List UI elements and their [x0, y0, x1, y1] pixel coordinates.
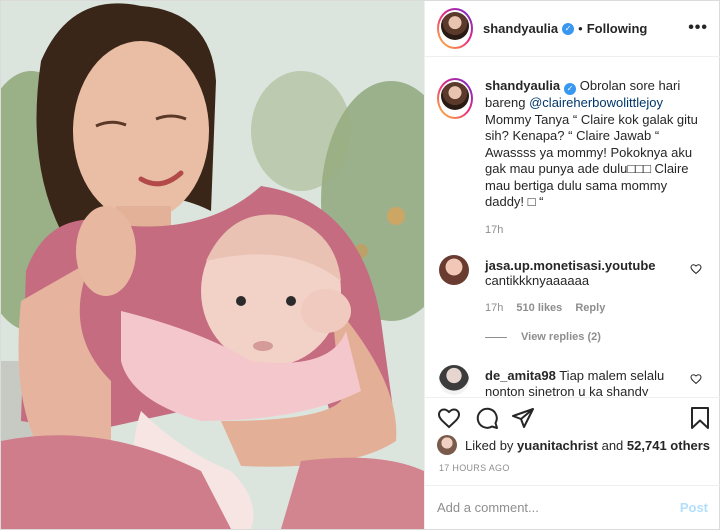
- likes-prefix: Liked by: [465, 437, 514, 453]
- add-comment-bar: Post: [425, 485, 720, 529]
- likes-and: and: [601, 437, 624, 453]
- view-replies-divider: [485, 336, 507, 338]
- likes-summary: Liked by yuanitachrist and 52,741 others: [437, 435, 717, 455]
- likes-count[interactable]: 52,741 others: [627, 438, 710, 453]
- liker-avatar[interactable]: [437, 435, 457, 455]
- caption-text: shandyaulia ✓ Obrolan sore hari bareng @c…: [485, 78, 705, 211]
- caption-username[interactable]: shandyaulia: [485, 78, 560, 93]
- comment-like-heart-icon[interactable]: [690, 263, 702, 275]
- comment-meta: 17h 510 likes Reply: [485, 302, 615, 314]
- bookmark-icon[interactable]: [689, 406, 711, 430]
- comment-reply-button[interactable]: Reply: [575, 302, 605, 314]
- following-button[interactable]: Following: [587, 21, 648, 36]
- author-avatar[interactable]: [441, 12, 469, 40]
- view-replies-button[interactable]: View replies (2): [485, 331, 601, 343]
- author-username[interactable]: shandyaulia: [483, 21, 558, 36]
- verified-badge-icon: ✓: [562, 22, 575, 35]
- post-comment-button[interactable]: Post: [680, 500, 708, 515]
- view-replies-label[interactable]: View replies (2): [521, 331, 601, 343]
- comment-text: de_amita98 Tiap malem selalu nonton sine…: [485, 368, 680, 396]
- caption-avatar[interactable]: [441, 82, 469, 110]
- caption-time[interactable]: 17h: [485, 224, 503, 236]
- commenter-avatar[interactable]: [439, 365, 469, 395]
- comment-likes[interactable]: 510 likes: [516, 302, 562, 314]
- separator-dot: •: [578, 21, 583, 36]
- action-bar: [425, 397, 720, 435]
- caption-avatar-ring[interactable]: [437, 78, 473, 119]
- post-timestamp[interactable]: 17 HOURS AGO: [439, 463, 510, 473]
- verified-badge-icon: ✓: [564, 83, 577, 95]
- comment-icon[interactable]: [475, 406, 499, 430]
- caption-mention-link[interactable]: @claireherbowolittlejoy: [529, 95, 663, 110]
- comment-like-heart-icon[interactable]: [690, 373, 702, 385]
- comment-text: jasa.up.monetisasi.youtube cantikkknyaaa…: [485, 258, 685, 288]
- commenter-avatar[interactable]: [439, 255, 469, 285]
- add-comment-input[interactable]: [437, 500, 680, 515]
- caption-body: Mommy Tanya “ Claire kok galak gitu sih?…: [485, 111, 698, 210]
- comments-area[interactable]: shandyaulia ✓ Obrolan sore hari bareng @c…: [425, 58, 720, 396]
- author-avatar-ring[interactable]: [437, 8, 473, 49]
- comment-username[interactable]: jasa.up.monetisasi.youtube: [485, 258, 656, 273]
- post-header: shandyaulia ✓ • Following •••: [425, 1, 720, 57]
- likes-text: Liked by yuanitachrist and 52,741 others: [465, 438, 710, 453]
- heart-icon[interactable]: [437, 406, 461, 430]
- more-options-icon[interactable]: •••: [688, 19, 708, 37]
- comment-time[interactable]: 17h: [485, 302, 503, 314]
- post-details-pane: shandyaulia ✓ • Following ••• shandyauli…: [424, 1, 720, 529]
- comment-username[interactable]: de_amita98: [485, 368, 556, 383]
- share-icon[interactable]: [511, 406, 535, 430]
- photo-illustration: [1, 1, 424, 529]
- post-photo[interactable]: [1, 1, 424, 529]
- liker-username[interactable]: yuanitachrist: [517, 438, 598, 453]
- comment-body: cantikkknyaaaaaa: [485, 273, 590, 288]
